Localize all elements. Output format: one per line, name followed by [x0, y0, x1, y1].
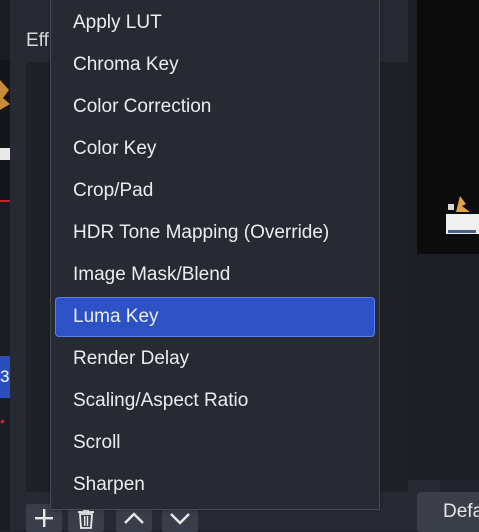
menu-item-color-key[interactable]: Color Key	[55, 129, 375, 169]
preview-image	[446, 194, 479, 240]
defaults-button[interactable]: Defa	[417, 492, 479, 532]
plus-icon	[35, 509, 53, 527]
left-row-label: 3	[0, 367, 10, 386]
menu-item-scroll[interactable]: Scroll	[55, 423, 375, 463]
menu-item-color-correction[interactable]: Color Correction	[55, 87, 375, 127]
menu-item-chroma-key[interactable]: Chroma Key	[55, 45, 375, 85]
menu-item-crop-pad[interactable]: Crop/Pad	[55, 171, 375, 211]
menu-item-image-mask-blend[interactable]: Image Mask/Blend	[55, 255, 375, 295]
add-filter-menu: Apply LUT Chroma Key Color Correction Co…	[50, 0, 380, 510]
menu-item-luma-key[interactable]: Luma Key	[55, 297, 375, 337]
left-red-tick: •	[0, 413, 5, 429]
menu-item-render-delay[interactable]: Render Delay	[55, 339, 375, 379]
chevron-up-icon	[124, 512, 144, 524]
menu-item-sharpen[interactable]: Sharpen	[55, 465, 375, 505]
trash-icon	[78, 509, 94, 529]
menu-item-hdr-tone-mapping[interactable]: HDR Tone Mapping (Override)	[55, 213, 375, 253]
menu-item-apply-lut[interactable]: Apply LUT	[55, 3, 375, 43]
menu-item-scaling-aspect-ratio[interactable]: Scaling/Aspect Ratio	[55, 381, 375, 421]
chevron-down-icon	[170, 513, 190, 525]
left-red-indicator	[0, 200, 10, 202]
